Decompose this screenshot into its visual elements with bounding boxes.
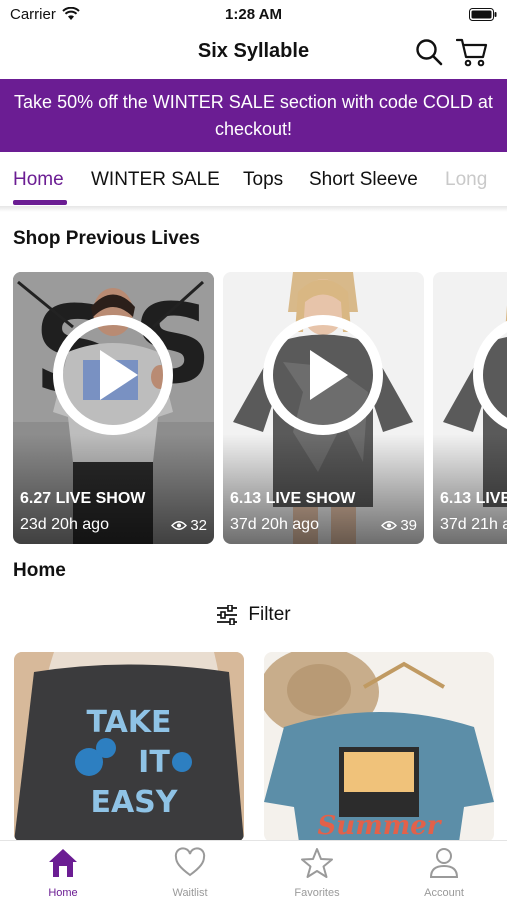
status-time: 1:28 AM xyxy=(225,6,282,23)
lives-section-title: Shop Previous Lives xyxy=(13,228,200,249)
tabbar-item-waitlist[interactable]: Waitlist xyxy=(127,847,253,899)
eye-icon xyxy=(171,521,188,530)
category-tabs: Home WINTER SALE Tops Short Sleeve Long xyxy=(0,152,507,207)
tabbar-label: Home xyxy=(48,887,78,899)
tabbar-label: Waitlist xyxy=(172,887,208,899)
tabbar-item-home[interactable]: Home xyxy=(0,847,126,899)
live-name: 6.13 LIVE SHOW xyxy=(440,490,507,507)
svg-text:IT: IT xyxy=(138,745,170,780)
live-card[interactable]: 6.13 LIVE SHOW 37d 21h ago xyxy=(433,272,507,544)
play-icon[interactable] xyxy=(52,314,174,436)
live-name: 6.13 LIVE SHOW xyxy=(230,490,356,507)
status-bar: Carrier 1:28 AM xyxy=(0,0,507,28)
live-view-count: 39 xyxy=(400,517,417,534)
live-time-ago: 23d 20h ago xyxy=(20,516,109,533)
filter-label: Filter xyxy=(248,604,291,625)
tab-home[interactable]: Home xyxy=(13,169,64,191)
nav-bar: Six Syllable xyxy=(0,28,507,78)
filter-button[interactable]: Filter xyxy=(216,604,291,626)
product-image: Summer xyxy=(264,652,494,842)
cart-icon[interactable] xyxy=(456,37,488,67)
tab-short-sleeve[interactable]: Short Sleeve xyxy=(309,169,418,191)
lives-carousel[interactable]: S S 6.27 LIVE SHOW 23d 20h ago 32 xyxy=(13,272,507,544)
product-image: TAKE IT EASY xyxy=(14,652,244,842)
active-tab-indicator xyxy=(13,200,67,205)
filter-icon xyxy=(217,605,238,625)
live-card[interactable]: 6.13 LIVE SHOW 37d 20h ago 39 xyxy=(223,272,424,544)
tab-tops[interactable]: Tops xyxy=(243,169,283,191)
play-icon[interactable] xyxy=(262,314,384,436)
product-card[interactable]: TAKE IT EASY xyxy=(14,652,244,842)
live-view-count: 32 xyxy=(190,517,207,534)
battery-icon xyxy=(469,8,497,21)
tabbar-item-account[interactable]: Account xyxy=(381,847,507,899)
live-card[interactable]: S S 6.27 LIVE SHOW 23d 20h ago 32 xyxy=(13,272,214,544)
svg-text:Summer: Summer xyxy=(318,811,443,841)
heart-icon xyxy=(174,847,206,877)
live-views: 32 xyxy=(171,517,207,534)
promo-text: Take 50% off the WINTER SALE section wit… xyxy=(14,92,493,139)
svg-text:EASY: EASY xyxy=(90,785,178,820)
svg-text:TAKE: TAKE xyxy=(86,705,171,740)
live-time-ago: 37d 21h ago xyxy=(440,516,507,533)
tabbar-label: Favorites xyxy=(294,887,340,899)
tab-long[interactable]: Long xyxy=(445,169,487,191)
live-name: 6.27 LIVE SHOW xyxy=(20,490,146,507)
home-section-title: Home xyxy=(13,560,66,581)
tab-winter-sale[interactable]: WINTER SALE xyxy=(91,169,220,191)
person-icon xyxy=(429,848,459,878)
search-icon[interactable] xyxy=(415,38,443,66)
tabbar-item-favorites[interactable]: Favorites xyxy=(254,847,380,899)
live-time-ago: 37d 20h ago xyxy=(230,516,319,533)
promo-banner[interactable]: Take 50% off the WINTER SALE section wit… xyxy=(0,79,507,152)
tabs-divider xyxy=(0,206,507,212)
bottom-tab-bar: Home Waitlist Favorites Account xyxy=(0,840,507,900)
product-card[interactable]: Summer xyxy=(264,652,494,842)
live-views: 39 xyxy=(381,517,417,534)
tabbar-label: Account xyxy=(424,887,464,899)
play-icon[interactable] xyxy=(472,314,507,436)
filter-row: Filter xyxy=(0,604,507,630)
star-icon xyxy=(301,848,333,878)
eye-icon xyxy=(381,521,398,530)
home-icon xyxy=(49,849,77,877)
